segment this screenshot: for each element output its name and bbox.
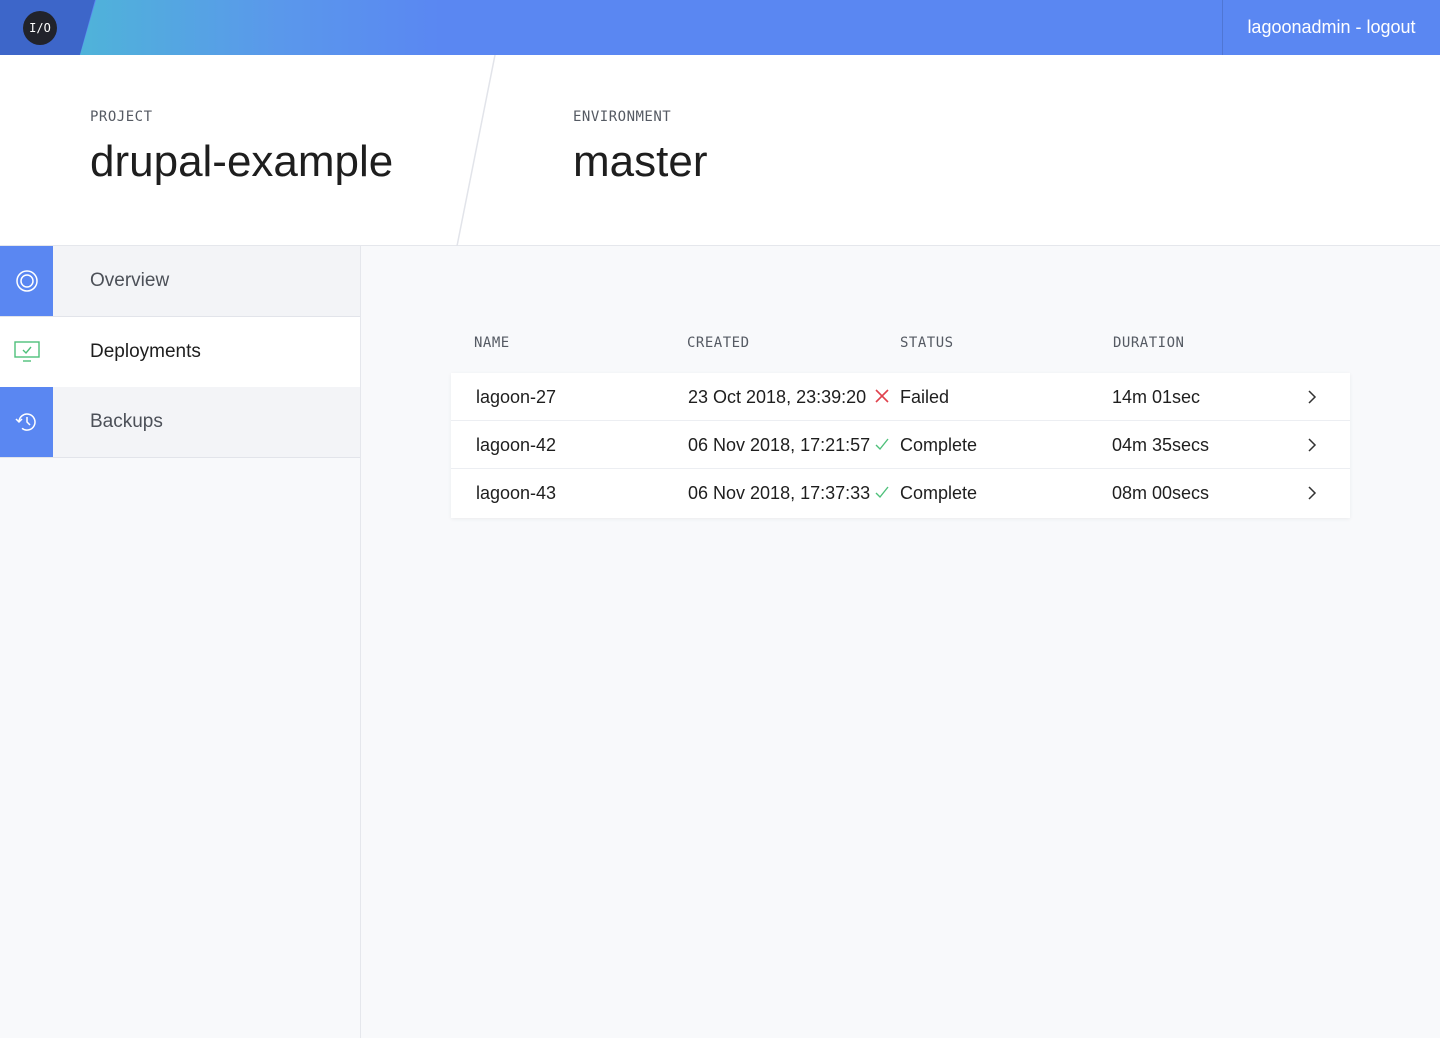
sidebar-item-deployments[interactable]: Deployments <box>0 317 360 388</box>
deployment-status: Failed <box>900 387 950 407</box>
x-icon <box>875 389 889 405</box>
sidebar-item-label: Backups <box>90 411 163 432</box>
project-name[interactable]: drupal-example <box>90 137 393 187</box>
environment-label: ENVIRONMENT <box>573 109 672 125</box>
deployment-duration: 08m 00secs <box>1112 483 1210 503</box>
column-header-created: CREATED <box>687 335 750 351</box>
column-header-name: NAME <box>474 335 510 351</box>
column-header-status: STATUS <box>900 335 954 351</box>
top-bar: I/O lagoonadmin - logout <box>0 0 1440 55</box>
sidebar-item-overview[interactable]: Overview <box>0 246 360 317</box>
chevron-right-icon[interactable] <box>1307 389 1317 405</box>
header-gradient <box>80 0 440 55</box>
project-label: PROJECT <box>90 109 153 125</box>
deployment-duration: 04m 35secs <box>1112 435 1210 455</box>
deployments-content: NAME CREATED STATUS DURATION lagoon-27 2… <box>361 246 1440 1038</box>
deployment-created: 23 Oct 2018, 23:39:20 <box>688 387 867 407</box>
deployments-icon <box>0 317 53 387</box>
sidebar-item-label: Overview <box>90 270 170 291</box>
deployment-created: 06 Nov 2018, 17:21:57 <box>688 435 871 455</box>
overview-icon <box>0 246 53 316</box>
user-area: lagoonadmin - logout <box>1222 0 1440 55</box>
table-row[interactable]: lagoon-27 23 Oct 2018, 23:39:20 Failed 1… <box>451 373 1350 421</box>
deployment-name[interactable]: lagoon-27 <box>476 373 556 421</box>
deployment-duration: 14m 01sec <box>1112 387 1201 407</box>
deployment-created: 06 Nov 2018, 17:37:33 <box>688 483 871 503</box>
lagoon-logo[interactable]: I/O <box>23 11 57 45</box>
check-icon <box>875 485 889 501</box>
backups-icon <box>0 387 53 457</box>
sidebar-item-backups[interactable]: Backups <box>0 387 360 458</box>
breadcrumb-header: PROJECT drupal-example ENVIRONMENT maste… <box>0 55 1440 246</box>
logo-area[interactable]: I/O <box>0 0 95 55</box>
deployment-name[interactable]: lagoon-42 <box>476 421 556 469</box>
chevron-right-icon[interactable] <box>1307 437 1317 453</box>
sidebar-item-label: Deployments <box>90 341 201 362</box>
deployments-table: lagoon-27 23 Oct 2018, 23:39:20 Failed 1… <box>451 373 1350 518</box>
logout-link[interactable]: lagoonadmin - logout <box>1247 17 1415 38</box>
sidebar: Overview Deployments Backups <box>0 246 361 1038</box>
check-icon <box>875 437 889 453</box>
chevron-right-icon[interactable] <box>1307 485 1317 501</box>
table-row[interactable]: lagoon-43 06 Nov 2018, 17:37:33 Complete… <box>451 469 1350 517</box>
breadcrumb-divider <box>456 55 496 246</box>
deployment-name[interactable]: lagoon-43 <box>476 469 556 517</box>
environment-name[interactable]: master <box>573 137 707 187</box>
deployment-status: Complete <box>900 435 978 455</box>
table-row[interactable]: lagoon-42 06 Nov 2018, 17:21:57 Complete… <box>451 421 1350 469</box>
column-header-duration: DURATION <box>1113 335 1185 351</box>
deployment-status: Complete <box>900 483 978 503</box>
